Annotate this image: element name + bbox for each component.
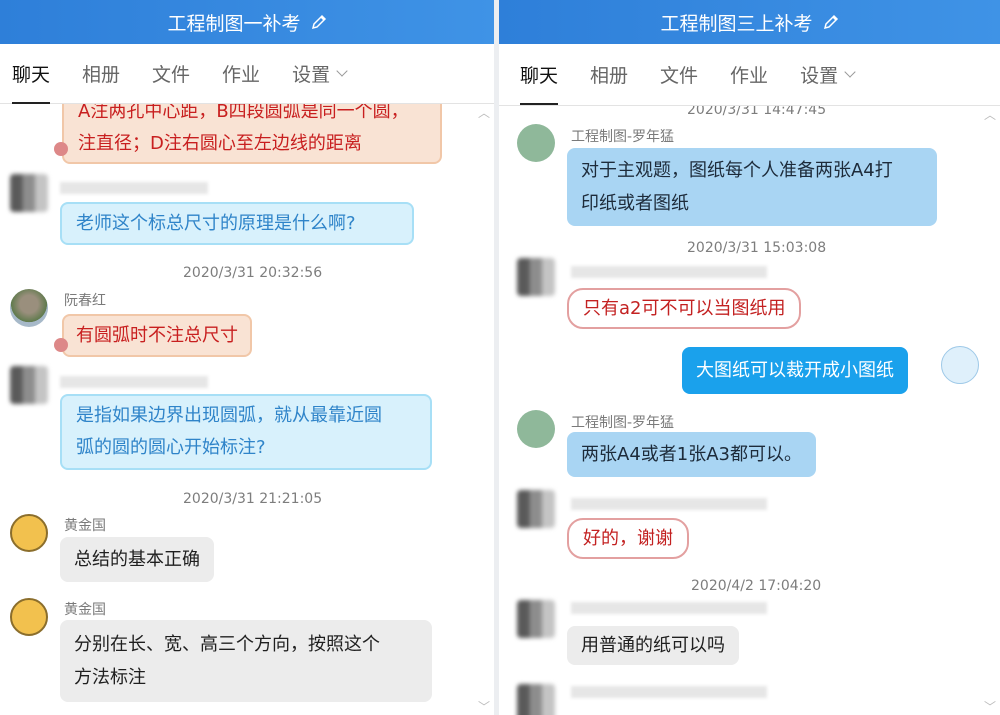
message-text: 对于主观题，图纸每个人准备两张A4打: [581, 160, 893, 181]
left-tabs: 聊天 相册 文件 作业 设置: [0, 44, 494, 104]
sender-name: 工程制图-罗年猛: [571, 415, 675, 431]
avatar-small: [54, 142, 68, 156]
tab-files[interactable]: 文件: [660, 45, 698, 105]
cat-avatar-icon[interactable]: [941, 346, 979, 384]
avatar[interactable]: [10, 174, 48, 212]
avatar-small: [54, 338, 68, 352]
timestamp: 2020/3/31 21:21:05: [183, 491, 323, 507]
tab-homework[interactable]: 作业: [222, 44, 260, 104]
right-header: 工程制图三上补考: [499, 0, 1000, 44]
tab-settings[interactable]: 设置: [292, 44, 348, 104]
tab-settings[interactable]: 设置: [800, 45, 856, 105]
message-text: 弧的圆的圆心开始标注?: [76, 437, 266, 458]
avatar[interactable]: [10, 289, 48, 327]
cat-avatar-icon[interactable]: [10, 598, 48, 636]
message-text: 两张A4或者1张A3都可以。: [581, 444, 802, 465]
tab-settings-label: 设置: [800, 65, 839, 87]
message-bubble: 老师这个标总尺寸的原理是什么啊?: [60, 202, 414, 245]
scroll-up-icon[interactable]: ︿: [984, 106, 996, 123]
avatar[interactable]: [517, 490, 555, 528]
message-text: 用普通的纸可以吗: [581, 635, 725, 656]
avatar[interactable]: [10, 366, 48, 404]
avatar[interactable]: [517, 600, 555, 638]
message-text: 有圆弧时不注总尺寸: [76, 325, 238, 346]
message-text: 是指如果边界出现圆弧，就从最靠近圆: [76, 405, 382, 426]
message-bubble: 用普通的纸可以吗: [567, 626, 739, 665]
edit-icon[interactable]: [311, 14, 327, 30]
tab-settings-label: 设置: [292, 64, 331, 86]
message-bubble: 两张A4或者1张A3都可以。: [567, 432, 816, 477]
timestamp: 2020/4/2 17:04:20: [691, 578, 822, 594]
message-bubble: 是指如果边界出现圆弧，就从最靠近圆 弧的圆的圆心开始标注?: [60, 394, 432, 470]
left-chat-panel: 工程制图一补考 聊天 相册 文件 作业 设置 A注两孔中心距，B四段圆弧是同一个…: [0, 0, 494, 715]
message-text: 老师这个标总尺寸的原理是什么啊?: [76, 213, 356, 234]
right-message-list[interactable]: 2020/3/31 14:47:45 工程制图-罗年猛 对于主观题，图纸每个人准…: [499, 106, 1000, 715]
timestamp: 2020/3/31 14:47:45: [687, 106, 827, 118]
message-text: 注直径；D注右圆心至左边线的距离: [78, 133, 362, 154]
scroll-down-icon[interactable]: ﹀: [478, 698, 490, 715]
blurred-name: [571, 498, 767, 510]
message-text: 总结的基本正确: [74, 549, 200, 570]
left-group-title: 工程制图一补考: [167, 12, 301, 35]
message-bubble: 有圆弧时不注总尺寸: [62, 314, 252, 357]
left-message-list[interactable]: A注两孔中心距，B四段圆弧是同一个圆， 注直径；D注右圆心至左边线的距离 老师这…: [0, 104, 494, 715]
message-bubble: 好的，谢谢: [567, 518, 689, 559]
right-group-title: 工程制图三上补考: [660, 12, 813, 35]
chevron-down-icon: [844, 65, 856, 78]
sender-name: 黄金国: [64, 518, 106, 534]
message-text: A注两孔中心距，B四段圆弧是同一个圆，: [78, 104, 409, 122]
tab-chat[interactable]: 聊天: [12, 44, 51, 104]
message-bubble: A注两孔中心距，B四段圆弧是同一个圆， 注直径；D注右圆心至左边线的距离: [62, 104, 442, 164]
sender-name: 阮春红: [64, 293, 106, 309]
edit-icon[interactable]: [823, 14, 839, 30]
right-tabs: 聊天 相册 文件 作业 设置: [499, 44, 1000, 106]
timestamp: 2020/3/31 20:32:56: [183, 265, 323, 281]
message-text: 好的，谢谢: [583, 528, 673, 549]
message-bubble: 对于主观题，图纸每个人准备两张A4打 印纸或者图纸: [567, 148, 937, 226]
avatar[interactable]: [517, 684, 555, 715]
avatar[interactable]: [517, 124, 555, 162]
message-text: 方法标注: [74, 667, 146, 688]
message-text: 只有a2可不可以当图纸用: [583, 298, 786, 319]
left-header: 工程制图一补考: [0, 0, 494, 44]
message-bubble: 分别在长、宽、高三个方向，按照这个 方法标注: [60, 620, 432, 702]
scroll-down-icon[interactable]: ﹀: [984, 698, 996, 715]
message-text: 分别在长、宽、高三个方向，按照这个: [74, 634, 380, 655]
cat-avatar-icon[interactable]: [10, 514, 48, 552]
message-bubble: 只有a2可不可以当图纸用: [567, 288, 802, 329]
blurred-name: [571, 602, 767, 614]
sender-name: 黄金国: [64, 602, 106, 618]
timestamp: 2020/3/31 15:03:08: [687, 240, 827, 256]
right-chat-panel: 工程制图三上补考 聊天 相册 文件 作业 设置 2020/3/31 14:47:…: [499, 0, 1000, 715]
tab-album[interactable]: 相册: [590, 45, 628, 105]
avatar[interactable]: [517, 410, 555, 448]
scroll-up-icon[interactable]: ︿: [478, 104, 490, 121]
blurred-name: [571, 266, 767, 278]
message-bubble-self: 大图纸可以裁开成小图纸: [682, 347, 908, 394]
blurred-name: [571, 686, 767, 698]
sender-name: 工程制图-罗年猛: [571, 129, 675, 145]
blurred-name: [60, 376, 208, 388]
message-text: 印纸或者图纸: [581, 193, 689, 214]
tab-album[interactable]: 相册: [82, 44, 120, 104]
blurred-name: [60, 182, 208, 194]
tab-chat[interactable]: 聊天: [520, 45, 559, 105]
tab-files[interactable]: 文件: [152, 44, 190, 104]
message-bubble: 总结的基本正确: [60, 537, 214, 582]
chevron-down-icon: [336, 64, 348, 77]
avatar[interactable]: [517, 258, 555, 296]
tab-homework[interactable]: 作业: [730, 45, 768, 105]
message-text: 大图纸可以裁开成小图纸: [696, 360, 894, 381]
